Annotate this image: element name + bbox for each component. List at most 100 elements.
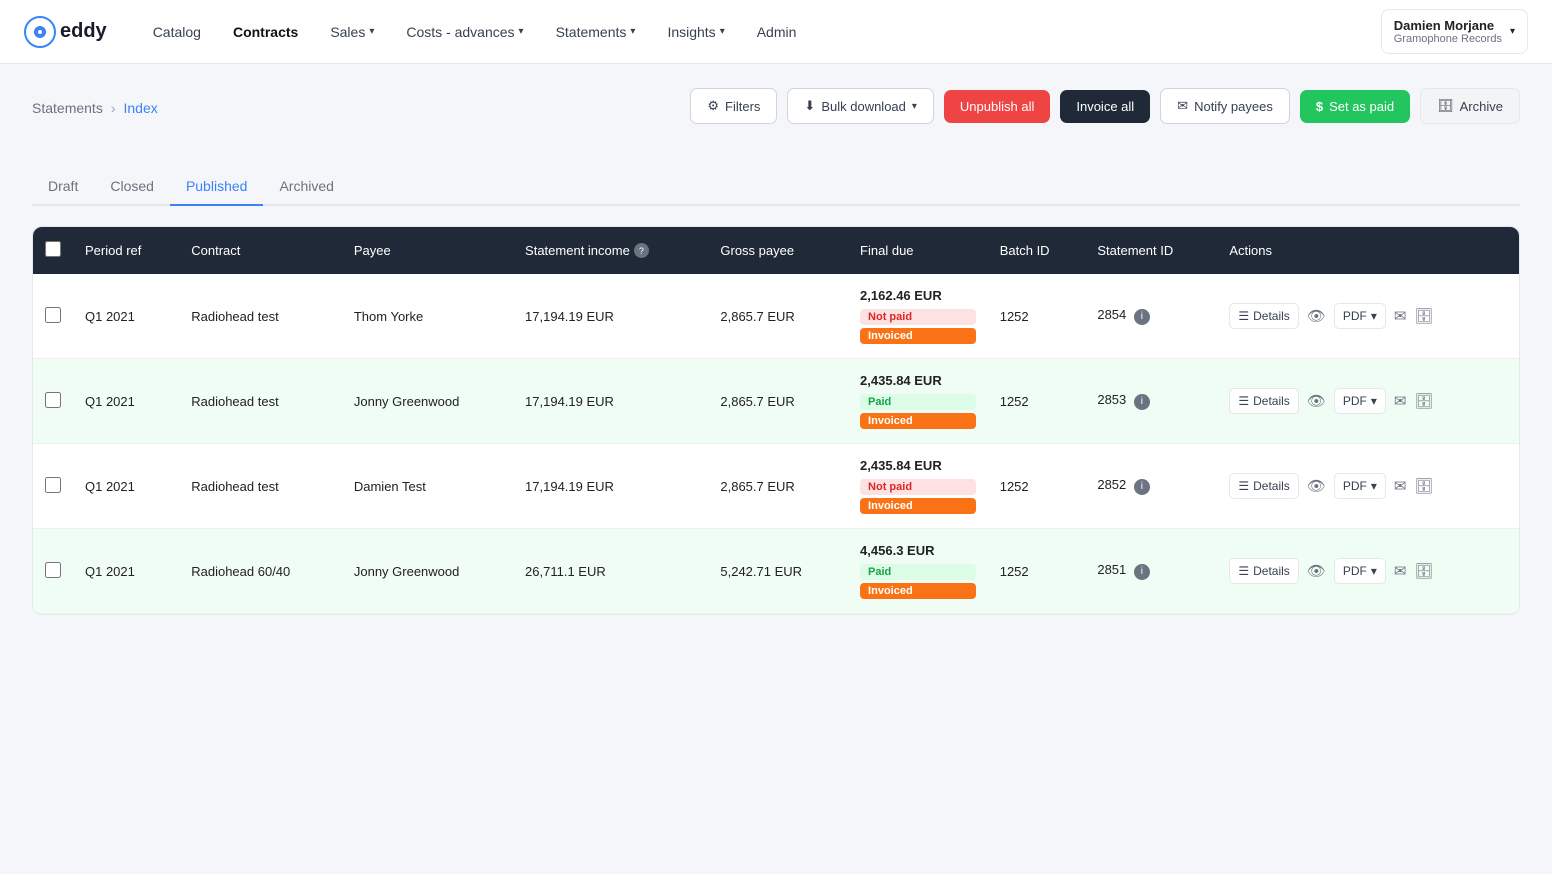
- nav-links: Catalog Contracts Sales ▾ Costs - advanc…: [139, 16, 1349, 48]
- row-statement-id: 2854 i: [1085, 274, 1217, 359]
- user-info: Damien Morjane Gramophone Records: [1394, 18, 1502, 45]
- costs-chevron-icon: ▾: [519, 26, 524, 37]
- nav-sales[interactable]: Sales ▾: [316, 16, 388, 48]
- filters-button[interactable]: ⚙ Filters: [690, 88, 777, 124]
- statement-id-info-icon[interactable]: i: [1134, 479, 1150, 495]
- row-statement-income: 17,194.19 EUR: [513, 359, 708, 444]
- statement-id-info-icon[interactable]: i: [1134, 564, 1150, 580]
- logo-text: eddy: [60, 20, 107, 43]
- pdf-chevron-icon: ▾: [1371, 309, 1377, 323]
- archive-row-icon[interactable]: 🗄: [1414, 477, 1433, 495]
- row-final-due: 4,456.3 EUR Paid Invoiced: [848, 529, 988, 614]
- logo[interactable]: eddy: [24, 16, 107, 48]
- statement-id-info-icon[interactable]: i: [1134, 394, 1150, 410]
- row-batch-id: 1252: [988, 529, 1086, 614]
- row-gross-payee: 2,865.7 EUR: [708, 274, 848, 359]
- row-batch-id: 1252: [988, 444, 1086, 529]
- select-all-header[interactable]: [33, 227, 73, 274]
- nav-costs-advances[interactable]: Costs - advances ▾: [392, 16, 537, 48]
- row-checkbox-2[interactable]: [45, 392, 61, 408]
- page-content: Statements › Index ⚙ Filters ⬇ Bulk down…: [0, 64, 1552, 639]
- breadcrumb: Statements › Index: [32, 100, 158, 116]
- download-icon: ⬇: [804, 98, 815, 114]
- nav-catalog[interactable]: Catalog: [139, 16, 215, 48]
- tab-draft[interactable]: Draft: [32, 168, 94, 206]
- notify-payees-button[interactable]: ✉ Notify payees: [1160, 88, 1290, 124]
- row-checkbox-cell: [33, 529, 73, 614]
- nav-insights[interactable]: Insights ▾: [653, 16, 738, 48]
- archive-button[interactable]: 🗄 Archive: [1420, 88, 1520, 124]
- email-send-icon[interactable]: ✉: [1394, 307, 1407, 325]
- details-button[interactable]: ☰ Details: [1229, 558, 1298, 584]
- pdf-button[interactable]: PDF ▾: [1334, 558, 1386, 584]
- row-final-due: 2,435.84 EUR Paid Invoiced: [848, 359, 988, 444]
- row-checkbox-1[interactable]: [45, 307, 61, 323]
- payment-status-badge: Paid: [860, 394, 976, 410]
- archive-row-icon[interactable]: 🗄: [1414, 562, 1433, 580]
- toolbar: ⚙ Filters ⬇ Bulk download ▾ Unpublish al…: [690, 88, 1520, 124]
- row-statement-id: 2851 i: [1085, 529, 1217, 614]
- col-statement-income: Statement income ?: [513, 227, 708, 274]
- payment-status-badge: Paid: [860, 564, 976, 580]
- email-send-icon[interactable]: ✉: [1394, 477, 1407, 495]
- invoice-status-badge: Invoiced: [860, 328, 976, 344]
- select-all-checkbox[interactable]: [45, 241, 61, 257]
- user-company: Gramophone Records: [1394, 33, 1502, 45]
- table-row: Q1 2021 Radiohead test Damien Test 17,19…: [33, 444, 1519, 529]
- eye-icon[interactable]: 👁: [1307, 307, 1326, 325]
- row-final-due: 2,162.46 EUR Not paid Invoiced: [848, 274, 988, 359]
- details-button[interactable]: ☰ Details: [1229, 473, 1298, 499]
- row-statement-id: 2852 i: [1085, 444, 1217, 529]
- unpublish-all-button[interactable]: Unpublish all: [944, 90, 1050, 123]
- row-statement-id: 2853 i: [1085, 359, 1217, 444]
- eye-icon[interactable]: 👁: [1307, 392, 1326, 410]
- col-batch-id: Batch ID: [988, 227, 1086, 274]
- dollar-icon: $: [1316, 99, 1323, 114]
- nav-contracts[interactable]: Contracts: [219, 16, 312, 48]
- archive-row-icon[interactable]: 🗄: [1414, 307, 1433, 325]
- filter-icon: ⚙: [707, 98, 719, 114]
- navbar: eddy Catalog Contracts Sales ▾ Costs - a…: [0, 0, 1552, 64]
- pdf-chevron-icon: ▾: [1371, 479, 1377, 493]
- row-batch-id: 1252: [988, 359, 1086, 444]
- row-checkbox-3[interactable]: [45, 477, 61, 493]
- row-checkbox-4[interactable]: [45, 562, 61, 578]
- invoice-all-button[interactable]: Invoice all: [1060, 90, 1150, 123]
- row-checkbox-cell: [33, 274, 73, 359]
- archive-row-icon[interactable]: 🗄: [1414, 392, 1433, 410]
- payment-status-badge: Not paid: [860, 309, 976, 325]
- tab-closed[interactable]: Closed: [94, 168, 170, 206]
- email-send-icon[interactable]: ✉: [1394, 392, 1407, 410]
- row-actions: ☰ Details 👁 PDF ▾ ✉ 🗄: [1217, 529, 1519, 614]
- tab-published[interactable]: Published: [170, 168, 264, 206]
- email-send-icon[interactable]: ✉: [1394, 562, 1407, 580]
- table-row: Q1 2021 Radiohead test Jonny Greenwood 1…: [33, 359, 1519, 444]
- sales-chevron-icon: ▾: [369, 26, 374, 37]
- pdf-button[interactable]: PDF ▾: [1334, 388, 1386, 414]
- col-payee: Payee: [342, 227, 513, 274]
- bulk-download-button[interactable]: ⬇ Bulk download ▾: [787, 88, 934, 124]
- statement-id-info-icon[interactable]: i: [1134, 309, 1150, 325]
- row-period-ref: Q1 2021: [73, 274, 179, 359]
- row-checkbox-cell: [33, 444, 73, 529]
- insights-chevron-icon: ▾: [720, 26, 725, 37]
- details-button[interactable]: ☰ Details: [1229, 303, 1298, 329]
- row-statement-income: 26,711.1 EUR: [513, 529, 708, 614]
- pdf-button[interactable]: PDF ▾: [1334, 473, 1386, 499]
- nav-statements[interactable]: Statements ▾: [542, 16, 650, 48]
- eye-icon[interactable]: 👁: [1307, 477, 1326, 495]
- statement-income-info-icon[interactable]: ?: [634, 243, 649, 258]
- row-statement-income: 17,194.19 EUR: [513, 444, 708, 529]
- row-contract: Radiohead test: [179, 444, 342, 529]
- statements-table: Period ref Contract Payee Statement inco…: [32, 226, 1520, 615]
- breadcrumb-parent[interactable]: Statements: [32, 100, 103, 116]
- details-button[interactable]: ☰ Details: [1229, 388, 1298, 414]
- user-menu[interactable]: Damien Morjane Gramophone Records ▾: [1381, 9, 1528, 54]
- tab-archived[interactable]: Archived: [263, 168, 349, 206]
- nav-admin[interactable]: Admin: [743, 16, 811, 48]
- pdf-button[interactable]: PDF ▾: [1334, 303, 1386, 329]
- list-icon: ☰: [1238, 479, 1249, 493]
- row-gross-payee: 5,242.71 EUR: [708, 529, 848, 614]
- eye-icon[interactable]: 👁: [1307, 562, 1326, 580]
- set-as-paid-button[interactable]: $ Set as paid: [1300, 90, 1410, 123]
